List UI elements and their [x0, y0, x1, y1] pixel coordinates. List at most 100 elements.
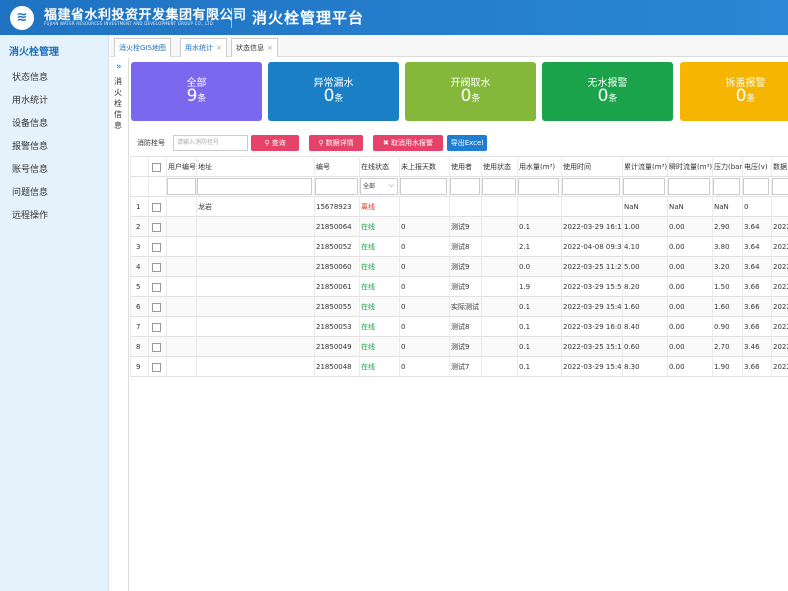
cell-press: NaN	[714, 203, 729, 211]
sidebar-item-alarm[interactable]: 报警信息	[12, 139, 48, 152]
summary-card[interactable]: 无水报警 0条	[542, 62, 673, 121]
cell-data: 2022	[773, 363, 788, 371]
cell-total: 8.20	[624, 283, 640, 291]
column-filter-input[interactable]	[743, 178, 769, 195]
cell-time: 2022-03-29 15:57	[563, 283, 622, 291]
sidebar-item-remote[interactable]: 远程操作	[12, 208, 48, 221]
export-excel-button[interactable]: 导出Excel	[447, 135, 487, 151]
cell-days: 0	[401, 243, 406, 251]
cell-total: NaN	[624, 203, 639, 211]
cell-press: 1.60	[714, 303, 730, 311]
cancel-alarm-button[interactable]: ✖ 取消用水报警	[373, 135, 443, 151]
column-filter-input[interactable]	[713, 178, 740, 195]
row-checkbox[interactable]	[152, 223, 161, 232]
column-filter-input[interactable]	[400, 178, 447, 195]
column-divider	[712, 156, 713, 376]
row-number: 9	[136, 363, 141, 371]
side-panel-label: 消火栓信息	[114, 77, 122, 130]
data-detail-button[interactable]: ⚲ 数据详情	[309, 135, 363, 151]
status-filter-select[interactable]: 全部 ⌵	[360, 178, 398, 195]
tab-status[interactable]: 状态信息 ×	[231, 38, 278, 57]
column-header[interactable]: 使用状态	[483, 157, 518, 177]
column-header[interactable]: 压力(bar)	[714, 157, 742, 177]
cell-inst: 0.00	[669, 283, 685, 291]
cell-total: 1.00	[624, 223, 640, 231]
cell-time: 2022-03-25 15:17	[563, 343, 622, 351]
row-checkbox[interactable]	[152, 203, 161, 212]
column-header[interactable]: 累计流量(m³)	[624, 157, 667, 177]
column-filter-input[interactable]	[623, 178, 665, 195]
tab-gis-map[interactable]: 消火栓GIS地图	[114, 38, 171, 57]
column-filter-input[interactable]	[167, 178, 196, 195]
cell-total: 1.60	[624, 303, 640, 311]
column-filter-input[interactable]	[562, 178, 620, 195]
column-header[interactable]: 在线状态	[361, 157, 400, 177]
column-header[interactable]: 数据	[773, 157, 788, 177]
row-checkbox[interactable]	[152, 283, 161, 292]
cell-days: 0	[401, 263, 406, 271]
row-checkbox[interactable]	[152, 363, 161, 372]
column-header[interactable]: 使用时间	[563, 157, 622, 177]
cell-water: 0.1	[519, 303, 531, 311]
column-header[interactable]: 使用者	[451, 157, 482, 177]
column-header[interactable]: 地址	[198, 157, 314, 177]
cell-status: 在线	[361, 283, 375, 291]
column-header[interactable]: 用水量(m³)	[519, 157, 561, 177]
sidebar-item-issue[interactable]: 问题信息	[12, 185, 48, 198]
column-filter-input[interactable]	[668, 178, 710, 195]
column-header[interactable]: 未上报天数	[401, 157, 449, 177]
row-checkbox[interactable]	[152, 323, 161, 332]
cell-inst: 0.00	[669, 343, 685, 351]
cell-data: 2022	[773, 283, 788, 291]
cell-inst: 0.00	[669, 243, 685, 251]
column-header[interactable]: 电压(v)	[744, 157, 771, 177]
column-header[interactable]: 编号	[316, 157, 360, 177]
sidebar-item-status[interactable]: 状态信息	[12, 70, 48, 83]
search-icon: ⚲	[318, 139, 326, 147]
column-divider	[196, 156, 197, 376]
sidebar-item-water-stats[interactable]: 用水统计	[12, 93, 48, 106]
column-filter-input[interactable]	[197, 178, 312, 195]
row-checkbox[interactable]	[152, 263, 161, 272]
tab-label: 用水统计	[185, 44, 213, 52]
hydrant-number-input[interactable]: 请输入消防栓号	[173, 135, 248, 151]
cell-inst: 0.00	[669, 223, 685, 231]
row-checkbox[interactable]	[152, 343, 161, 352]
row-checkbox[interactable]	[152, 303, 161, 312]
sidebar-title[interactable]: 消火栓管理	[9, 43, 59, 58]
close-icon[interactable]: ×	[216, 44, 222, 52]
card-value: 9条	[131, 86, 262, 106]
card-unit: 条	[334, 94, 344, 104]
column-divider	[481, 156, 482, 376]
cell-ustate	[483, 337, 518, 357]
cell-status: 在线	[361, 363, 375, 371]
expand-icon[interactable]: »	[116, 62, 122, 72]
cell-addr	[198, 217, 314, 237]
cell-volt: 3.66	[744, 323, 760, 331]
cell-volt: 3.66	[744, 303, 760, 311]
cell-user: 测试8	[451, 243, 470, 251]
summary-card[interactable]: 开阀取水 0条	[405, 62, 536, 121]
close-icon[interactable]: ×	[267, 44, 273, 52]
column-filter-input[interactable]	[518, 178, 559, 195]
tab-water-stats[interactable]: 用水统计 ×	[180, 38, 227, 57]
column-header[interactable]: 用户编号	[168, 157, 198, 177]
cell-user: 测试9	[451, 343, 470, 351]
cell-time: 2022-03-25 11:24	[563, 263, 622, 271]
column-header[interactable]: 瞬时流量(m³)	[669, 157, 712, 177]
column-filter-input[interactable]	[450, 178, 480, 195]
column-filter-input[interactable]	[772, 178, 788, 195]
summary-card[interactable]: 拆盖报警 0条	[680, 62, 788, 121]
column-divider	[742, 156, 743, 376]
select-all-checkbox[interactable]	[152, 163, 161, 172]
summary-card[interactable]: 全部 9条	[131, 62, 262, 121]
column-filter-input[interactable]	[482, 178, 516, 195]
summary-card[interactable]: 异常漏水 0条	[268, 62, 399, 121]
tab-label: 消火栓GIS地图	[119, 44, 166, 52]
row-checkbox[interactable]	[152, 243, 161, 252]
query-button[interactable]: ⚲ 查询	[251, 135, 299, 151]
sidebar-item-account[interactable]: 账号信息	[12, 162, 48, 175]
sidebar-item-device[interactable]: 设备信息	[12, 116, 48, 129]
column-filter-input[interactable]	[315, 178, 358, 195]
card-count: 0	[597, 86, 609, 106]
